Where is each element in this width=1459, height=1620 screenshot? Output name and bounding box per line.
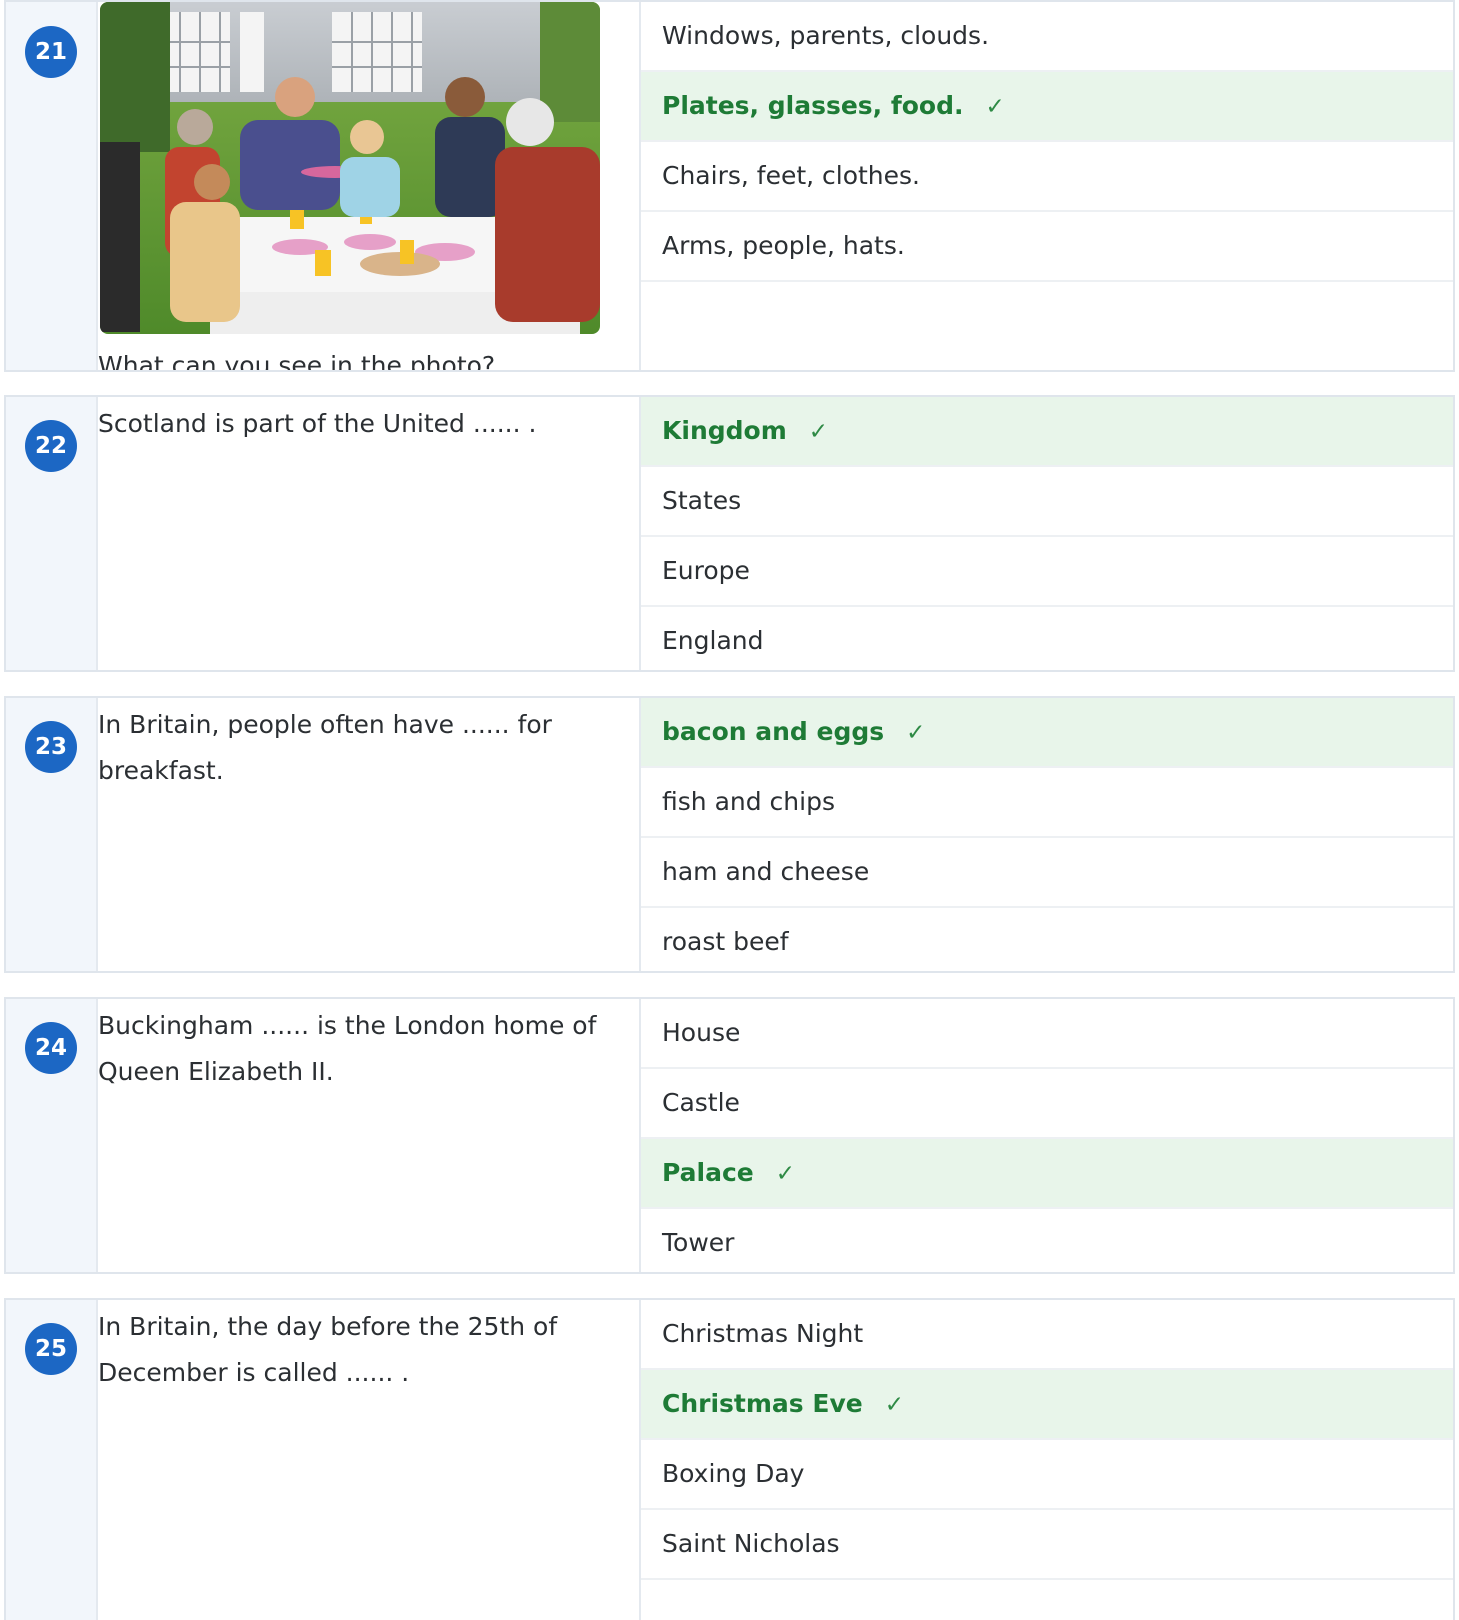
question-body: Buckingham ...... is the London home of … (98, 999, 641, 1272)
answer-label: Tower (662, 1228, 735, 1257)
answer-label: England (662, 626, 764, 655)
answer-option-correct[interactable]: Plates, glasses, food. ✓ (641, 72, 1453, 142)
question-body: In Britain, people often have ...... for… (98, 698, 641, 971)
answer-options: Christmas Night Christmas Eve ✓ Boxing Da… (641, 1300, 1453, 1620)
answer-label: Castle (662, 1088, 740, 1117)
answer-option-correct[interactable]: Christmas Eve ✓ (641, 1370, 1453, 1440)
answer-option[interactable]: England (641, 607, 1453, 670)
answer-option[interactable]: Christmas Night (641, 1300, 1453, 1370)
answer-label: Kingdom (662, 416, 787, 445)
family-breakfast-photo-illustration (100, 2, 600, 334)
family-breakfast-photo (100, 2, 600, 334)
answer-option[interactable]: Tower (641, 1209, 1453, 1272)
check-icon: ✓ (775, 1161, 796, 1187)
answer-option-correct[interactable]: Kingdom ✓ (641, 397, 1453, 467)
answer-option[interactable]: fish and chips (641, 768, 1453, 838)
answer-option[interactable]: Castle (641, 1069, 1453, 1139)
question-text: Buckingham ...... is the London home of … (98, 1011, 597, 1086)
answer-option[interactable]: Saint Nicholas (641, 1510, 1453, 1580)
question-number-column: 21 (6, 2, 98, 370)
answer-label: Chairs, feet, clothes. (662, 161, 921, 190)
answer-option[interactable]: Boxing Day (641, 1440, 1453, 1510)
question-number-badge: 22 (25, 420, 77, 472)
question-number-column: 22 (6, 397, 98, 670)
answer-label: Europe (662, 556, 750, 585)
question-card-22: 22 Scotland is part of the United ......… (4, 395, 1455, 672)
answer-label: Christmas Night (662, 1319, 864, 1348)
answer-label: ham and cheese (662, 857, 870, 886)
answer-label: fish and chips (662, 787, 835, 816)
question-card-25: 25 In Britain, the day before the 25th o… (4, 1298, 1455, 1620)
question-text: What can you see in the photo? (98, 351, 496, 372)
check-icon: ✓ (884, 1392, 904, 1418)
answer-label: House (662, 1018, 741, 1047)
question-card-23: 23 In Britain, people often have ...... … (4, 696, 1455, 973)
question-number-badge: 23 (25, 721, 77, 773)
question-number-column: 23 (6, 698, 98, 971)
answer-option[interactable]: Arms, people, hats. (641, 212, 1453, 282)
question-number-column: 24 (6, 999, 98, 1272)
answer-label: Arms, people, hats. (662, 231, 905, 260)
question-card-24: 24 Buckingham ...... is the London home … (4, 997, 1455, 1274)
answer-label: Windows, parents, clouds. (662, 21, 990, 50)
answer-option[interactable]: House (641, 999, 1453, 1069)
answer-option[interactable]: ham and cheese (641, 838, 1453, 908)
answer-label: Boxing Day (662, 1459, 805, 1488)
question-body: In Britain, the day before the 25th of D… (98, 1300, 641, 1620)
question-text: In Britain, people often have ...... for… (98, 710, 552, 785)
question-text: In Britain, the day before the 25th of D… (98, 1312, 558, 1387)
answer-options: Windows, parents, clouds. Plates, glasse… (641, 2, 1453, 370)
check-icon: ✓ (985, 94, 1005, 120)
question-text: Scotland is part of the United ...... . (98, 409, 537, 438)
answer-label: States (662, 486, 742, 515)
answer-label: Christmas Eve (662, 1389, 863, 1418)
answer-option[interactable]: Europe (641, 537, 1453, 607)
answer-label: Saint Nicholas (662, 1529, 840, 1558)
answer-option[interactable]: roast beef (641, 908, 1453, 971)
question-card-21: 21 What can you see in the photo? Window… (4, 0, 1455, 372)
quiz-page: 21 What can you see in the photo? Window… (0, 0, 1459, 1620)
answer-options: bacon and eggs ✓ fish and chips ham and c… (641, 698, 1453, 971)
answer-label: Plates, glasses, food. (662, 91, 964, 120)
answer-option[interactable]: Chairs, feet, clothes. (641, 142, 1453, 212)
check-icon: ✓ (808, 419, 829, 445)
question-number-badge: 21 (25, 26, 77, 78)
answer-label: bacon and eggs (662, 717, 885, 746)
answer-option-correct[interactable]: Palace ✓ (641, 1139, 1453, 1209)
question-body: What can you see in the photo? (98, 2, 641, 370)
answer-option[interactable]: States (641, 467, 1453, 537)
answer-option[interactable]: Windows, parents, clouds. (641, 2, 1453, 72)
answer-label: Palace (662, 1158, 754, 1187)
question-number-column: 25 (6, 1300, 98, 1620)
answer-label: roast beef (662, 927, 789, 956)
answer-options: House Castle Palace ✓ Tower (641, 999, 1453, 1272)
question-number-badge: 25 (25, 1323, 77, 1375)
answer-option-correct[interactable]: bacon and eggs ✓ (641, 698, 1453, 768)
check-icon: ✓ (906, 720, 926, 746)
question-body: Scotland is part of the United ...... . (98, 397, 641, 670)
question-number-badge: 24 (25, 1022, 77, 1074)
answer-options: Kingdom ✓ States Europe England (641, 397, 1453, 670)
